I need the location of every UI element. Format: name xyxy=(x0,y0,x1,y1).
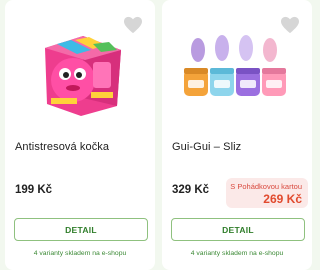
detail-button[interactable]: DETAIL xyxy=(14,218,148,241)
promo-price-badge: S Pohádkovou kartou 269 Kč xyxy=(226,178,308,208)
product-name[interactable]: Gui-Gui – Sliz xyxy=(172,141,304,153)
product-name[interactable]: Antistresová kočka xyxy=(15,141,147,153)
detail-button[interactable]: DETAIL xyxy=(171,218,305,241)
product-price: 199 Kč xyxy=(15,184,53,196)
product-image[interactable] xyxy=(5,28,155,118)
promo-label: S Pohádkovou kartou xyxy=(230,182,302,191)
stock-availability: 4 varianty skladem na e-shopu xyxy=(190,250,284,257)
product-image[interactable] xyxy=(162,28,312,118)
stock-availability: 4 varianty skladem na e-shopu xyxy=(33,250,127,257)
promo-price: 269 Kč xyxy=(263,192,302,206)
product-card[interactable]: Antistresová kočka 199 Kč DETAIL 4 varia… xyxy=(5,0,155,270)
product-price: 329 Kč xyxy=(172,184,210,196)
product-card[interactable]: Gui-Gui – Sliz 329 Kč S Pohádkovou karto… xyxy=(162,0,312,270)
